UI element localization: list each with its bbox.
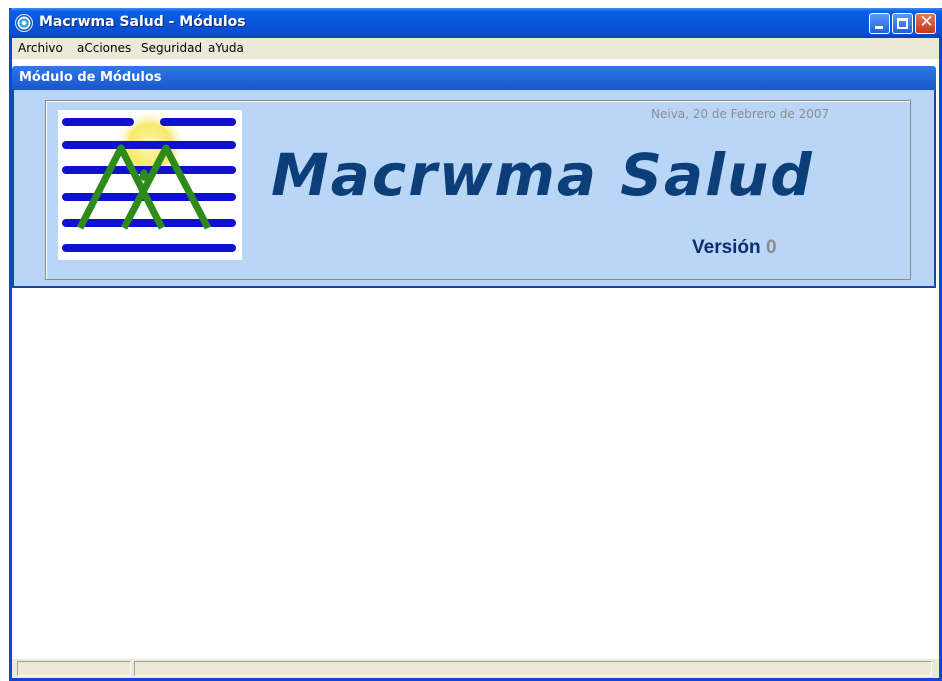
banner: Neiva, 20 de Febrero de 2007 Macrwma Sal… [12, 90, 936, 288]
version-label: Versión [692, 237, 761, 258]
menu-ayuda[interactable]: aYuda [208, 41, 244, 55]
date-label: Neiva, 20 de Febrero de 2007 [651, 107, 830, 121]
client-area: Módulo de Módulos Neiva, 20 de Febrero d… [12, 59, 939, 659]
maximize-button[interactable] [892, 13, 913, 34]
menu-bar: Archivo aCciones Seguridad aYuda [12, 38, 939, 59]
status-bar [12, 659, 939, 678]
banner-panel: Neiva, 20 de Febrero de 2007 Macrwma Sal… [45, 100, 911, 280]
minimize-icon [875, 26, 883, 29]
version-number: 0 [765, 237, 777, 258]
status-panel-left [17, 661, 131, 676]
close-icon: ✕ [919, 12, 934, 32]
menu-seguridad[interactable]: Seguridad [141, 41, 202, 55]
window-title: Macrwma Salud - Módulos [39, 14, 246, 30]
logo-graphic [62, 110, 236, 252]
menu-archivo[interactable]: Archivo [18, 41, 63, 55]
minimize-button[interactable] [869, 13, 890, 34]
app-icon[interactable] [15, 14, 33, 32]
app-name-title: Macrwma Salud [271, 141, 814, 209]
module-title: Módulo de Módulos [19, 70, 162, 85]
status-panel-main [134, 661, 932, 676]
maximize-icon [897, 18, 908, 29]
module-header: Módulo de Módulos [12, 66, 936, 90]
main-window: Macrwma Salud - Módulos ✕ Archivo aCcion… [9, 8, 942, 681]
title-bar[interactable]: Macrwma Salud - Módulos ✕ [9, 8, 942, 38]
close-button[interactable]: ✕ [915, 12, 936, 34]
version-display: Versión 0 [692, 237, 777, 259]
menu-acciones[interactable]: aCciones [77, 41, 131, 55]
macrwma-logo [58, 110, 242, 260]
